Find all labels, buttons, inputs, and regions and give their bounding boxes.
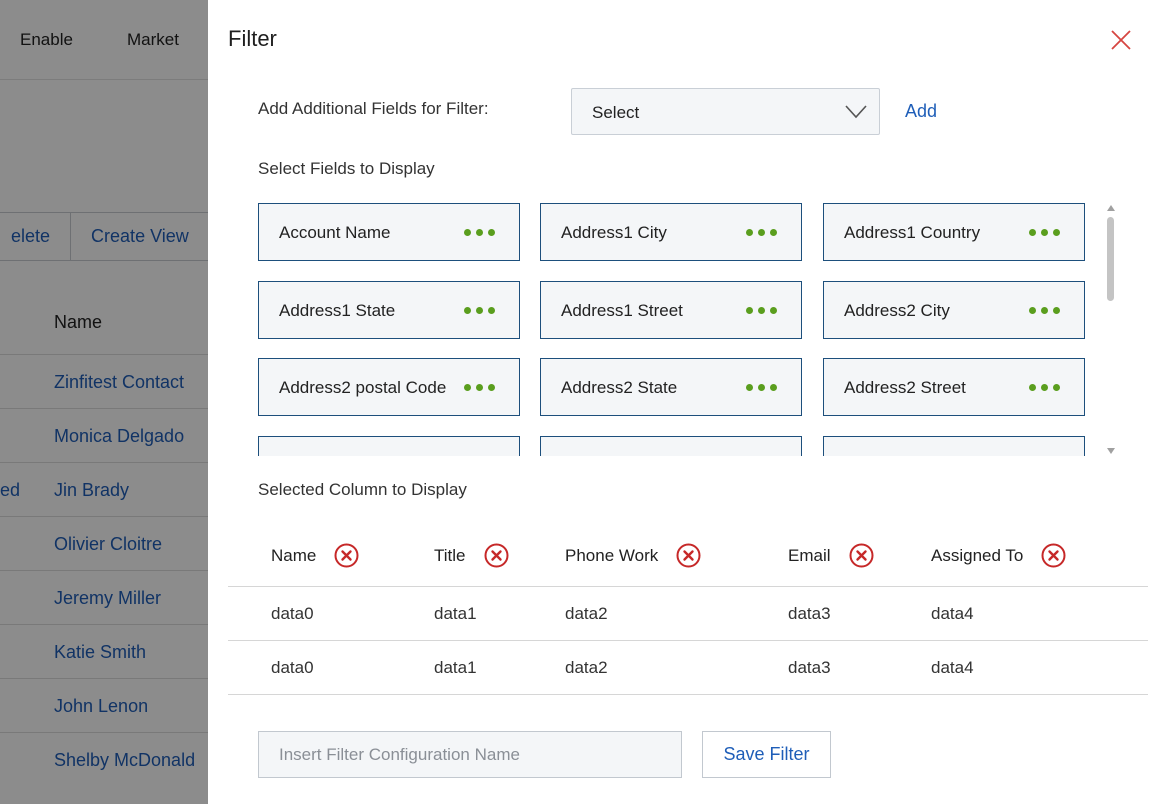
field-card[interactable] — [540, 436, 802, 456]
fields-grid: Account Name Address1 City Address1 Countr… — [258, 203, 1088, 456]
panel-title: Filter — [228, 26, 277, 51]
field-card-label: Address1 Country — [844, 223, 981, 242]
field-card[interactable]: Account Name — [258, 203, 520, 261]
field-card[interactable]: Address1 City — [540, 203, 802, 261]
table-row: data0 data1 data2 data3 data4 — [228, 587, 1148, 641]
more-options-icon[interactable] — [464, 229, 495, 236]
field-card-label: Address2 City — [844, 301, 950, 320]
table-cell: data4 — [931, 658, 974, 677]
field-card[interactable]: Address2 Street — [823, 358, 1085, 416]
column-header: Title — [434, 543, 509, 568]
remove-column-icon[interactable] — [676, 543, 701, 568]
remove-column-icon[interactable] — [334, 543, 359, 568]
scroll-down-icon[interactable] — [1107, 448, 1115, 454]
remove-column-icon[interactable] — [849, 543, 874, 568]
selected-columns-table: Name Title Phone Work Email Assigned To data… — [228, 527, 1148, 695]
more-options-icon[interactable] — [746, 384, 777, 391]
column-header-label: Assigned To — [931, 545, 1024, 565]
field-card[interactable]: Address2 City — [823, 281, 1085, 339]
field-card[interactable]: Address2 postal Code — [258, 358, 520, 416]
field-card-label: Address1 City — [561, 223, 667, 242]
field-select[interactable]: Select — [571, 88, 880, 135]
more-options-icon[interactable] — [464, 384, 495, 391]
field-card[interactable]: Address1 Street — [540, 281, 802, 339]
table-cell: data4 — [931, 604, 974, 623]
more-options-icon[interactable] — [746, 229, 777, 236]
field-card-label: Address2 Street — [844, 378, 966, 397]
table-cell: data0 — [271, 658, 314, 677]
column-header: Name — [271, 543, 359, 568]
save-filter-button[interactable]: Save Filter — [702, 731, 831, 778]
field-card[interactable] — [823, 436, 1085, 456]
fields-label: Select Fields to Display — [258, 159, 435, 178]
close-icon[interactable] — [1110, 29, 1132, 51]
more-options-icon[interactable] — [1029, 307, 1060, 314]
more-options-icon[interactable] — [464, 307, 495, 314]
table-cell: data3 — [788, 658, 831, 677]
table-cell: data3 — [788, 604, 831, 623]
remove-column-icon[interactable] — [1041, 543, 1066, 568]
filter-panel: Filter Add Additional Fields for Filter:… — [208, 0, 1168, 804]
field-select-value: Select — [592, 103, 640, 122]
table-row: data0 data1 data2 data3 data4 — [228, 641, 1148, 695]
column-header-label: Name — [271, 545, 317, 565]
remove-column-icon[interactable] — [484, 543, 509, 568]
filter-config-name-input[interactable] — [258, 731, 682, 778]
chevron-down-icon — [845, 105, 867, 119]
table-cell: data2 — [565, 658, 608, 677]
field-card-label: Address2 State — [561, 378, 678, 397]
field-card-label: Address1 Street — [561, 301, 683, 320]
selected-columns-label: Selected Column to Display — [258, 480, 467, 499]
table-cell: data2 — [565, 604, 608, 623]
field-card[interactable]: Address1 Country — [823, 203, 1085, 261]
column-header-label: Title — [434, 545, 466, 565]
scroll-up-icon[interactable] — [1107, 205, 1115, 211]
field-card-label: Account Name — [279, 223, 391, 242]
field-card[interactable]: Address2 State — [540, 358, 802, 416]
fields-scrollbar[interactable] — [1105, 203, 1117, 456]
column-header: Assigned To — [931, 543, 1066, 568]
field-card[interactable]: Address1 State — [258, 281, 520, 339]
add-field-link[interactable]: Add — [905, 101, 937, 122]
table-cell: data0 — [271, 604, 314, 623]
field-card[interactable] — [258, 436, 520, 456]
table-cell: data1 — [434, 658, 477, 677]
modal-backdrop[interactable] — [0, 0, 208, 804]
table-header: Name Title Phone Work Email Assigned To — [228, 527, 1148, 587]
column-header: Phone Work — [565, 543, 701, 568]
column-header-label: Email — [788, 545, 831, 565]
column-header-label: Phone Work — [565, 545, 659, 565]
column-header: Email — [788, 543, 874, 568]
more-options-icon[interactable] — [1029, 229, 1060, 236]
table-cell: data1 — [434, 604, 477, 623]
field-card-label: Address1 State — [279, 301, 396, 320]
add-fields-label: Add Additional Fields for Filter: — [258, 99, 489, 118]
field-card-label: Address2 postal Code — [279, 378, 447, 397]
more-options-icon[interactable] — [1029, 384, 1060, 391]
scroll-thumb[interactable] — [1107, 217, 1114, 301]
more-options-icon[interactable] — [746, 307, 777, 314]
